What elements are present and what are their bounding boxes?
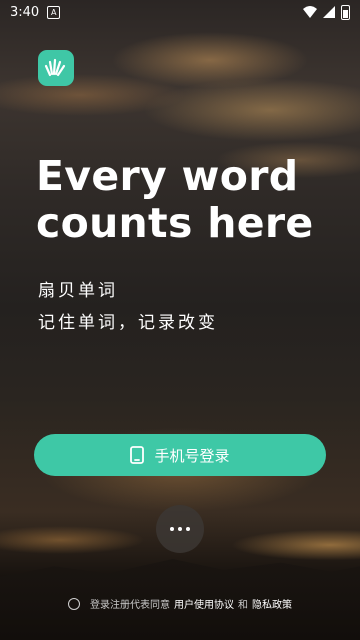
more-dot (186, 527, 190, 531)
agreement-and: 和 (238, 600, 248, 611)
agreement-prefix: 登录注册代表同意 (90, 600, 170, 611)
agreement-row: 登录注册代表同意 用户使用协议 和 隐私政策 (0, 596, 360, 611)
headline-line-2: counts here (36, 199, 314, 247)
slogan-subtitle: 记住单词，记录改变 (38, 313, 218, 333)
phone-icon (130, 446, 145, 464)
fan-shell-logo-icon (44, 58, 66, 77)
battery-icon (341, 4, 350, 20)
notification-icon: A (47, 5, 61, 19)
phone-login-label: 手机号登录 (154, 446, 230, 465)
user-agreement-link[interactable]: 用户使用协议 (174, 596, 234, 611)
status-bar: 3:40 A (0, 0, 360, 24)
more-dots-icon (170, 527, 174, 531)
headline-line-1: Every word (36, 152, 299, 200)
status-time: 3:40 (10, 4, 40, 20)
privacy-policy-link[interactable]: 隐私政策 (252, 596, 292, 611)
more-login-options-button[interactable] (156, 505, 204, 553)
app-logo-icon (38, 50, 74, 86)
wifi-icon (303, 6, 317, 18)
signal-icon (323, 6, 335, 18)
agreement-checkbox[interactable] (68, 597, 80, 610)
more-dot (178, 527, 182, 531)
app-name-subtitle: 扇贝单词 (38, 281, 118, 301)
headline: Every word counts here (36, 153, 336, 247)
phone-login-button[interactable]: 手机号登录 (34, 434, 326, 476)
